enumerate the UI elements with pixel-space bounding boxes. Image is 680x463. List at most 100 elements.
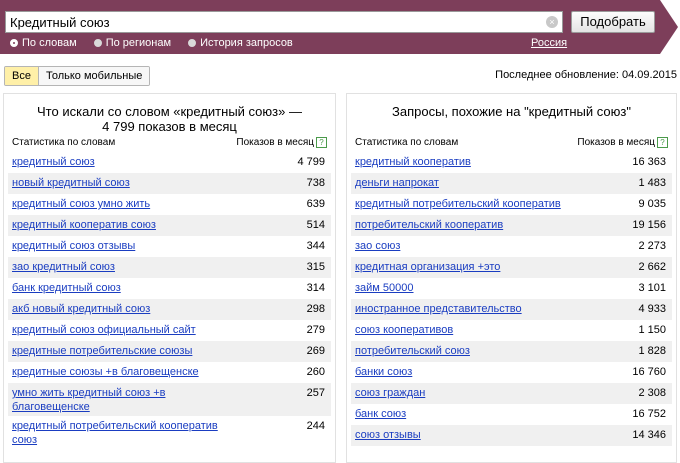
table-row: союз кооперативов 1 150 <box>351 320 672 341</box>
phrase-link[interactable]: банк кредитный союз <box>12 281 121 295</box>
impressions-count: 2 662 <box>638 261 666 273</box>
table-row: союз отзывы 14 346 <box>351 425 672 446</box>
impressions-count: 3 101 <box>638 282 666 294</box>
table-row: кредитные союзы +в благовещенске 260 <box>8 362 331 383</box>
col-phrase-header: Статистика по словам <box>355 137 459 148</box>
phrase-link[interactable]: союз граждан <box>355 386 425 400</box>
help-icon[interactable]: ? <box>657 137 668 148</box>
impressions-count: 344 <box>306 240 325 252</box>
phrase-link[interactable]: кредитный потребительский кооператив <box>355 197 561 211</box>
impressions-count: 16 752 <box>632 408 666 420</box>
radio-label: По словам <box>22 37 77 50</box>
table-row: кредитный союз 4 799 <box>8 152 331 173</box>
phrase-link[interactable]: кредитный союз <box>12 155 95 169</box>
phrase-link[interactable]: союз кооперативов <box>355 323 453 337</box>
table-row: банки союз 16 760 <box>351 362 672 383</box>
radio-unchecked-icon <box>93 39 102 48</box>
impressions-count: 738 <box>306 177 325 189</box>
table-row: союз граждан 2 308 <box>351 383 672 404</box>
phrase-link[interactable]: союз отзывы <box>355 428 421 442</box>
impressions-count: 260 <box>306 366 325 378</box>
right-panel: Запросы, похожие на "кредитный союз" Ста… <box>346 93 677 463</box>
region-link[interactable]: Россия <box>531 37 567 49</box>
impressions-count: 514 <box>306 219 325 231</box>
table-row: иностранное представительство 4 933 <box>351 299 672 320</box>
radio-unchecked-icon <box>188 39 197 48</box>
left-rows: кредитный союз 4 799 новый кредитный союз 7… <box>8 152 331 449</box>
impressions-count: 2 273 <box>638 240 666 252</box>
impressions-count: 1 483 <box>638 177 666 189</box>
impressions-count: 257 <box>306 387 325 399</box>
impressions-count: 16 363 <box>632 156 666 168</box>
last-update: Последнее обновление: 04.09.2015 <box>495 69 677 81</box>
table-row: кредитный кооператив союз 514 <box>8 215 331 236</box>
impressions-count: 269 <box>306 345 325 357</box>
impressions-count: 9 035 <box>638 198 666 210</box>
table-row: зао кредитный союз 315 <box>8 257 331 278</box>
radio-by-regions[interactable]: По регионам <box>93 37 172 50</box>
phrase-link[interactable]: иностранное представительство <box>355 302 522 316</box>
radio-checked-icon <box>10 39 18 48</box>
phrase-link[interactable]: кредитные союзы +в благовещенске <box>12 365 199 379</box>
table-row: кредитный союз умно жить 639 <box>8 194 331 215</box>
phrase-link[interactable]: акб новый кредитный союз <box>12 302 150 316</box>
impressions-count: 1 828 <box>638 345 666 357</box>
phrase-link[interactable]: кредитный кооператив <box>355 155 471 169</box>
phrase-link[interactable]: кредитный потребительский кооператив сою… <box>12 419 232 447</box>
radio-label: По регионам <box>105 37 172 50</box>
table-row: кредитный потребительский кооператив сою… <box>8 416 331 449</box>
filter-all-button[interactable]: Все <box>5 67 39 85</box>
impressions-count: 298 <box>306 303 325 315</box>
right-rows: кредитный кооператив 16 363 деньги напрока… <box>351 152 672 446</box>
impressions-count: 16 760 <box>632 366 666 378</box>
left-column-header: Статистика по словам Показов в месяц? <box>12 137 327 151</box>
table-row: кредитный потребительский кооператив 9 03… <box>351 194 672 215</box>
table-row: банк кредитный союз 314 <box>8 278 331 299</box>
search-mode-radios: По словам По регионам История запросов <box>10 37 307 51</box>
table-row: кредитный союз отзывы 344 <box>8 236 331 257</box>
clear-icon[interactable]: × <box>546 16 558 28</box>
radio-history[interactable]: История запросов <box>188 37 293 49</box>
phrase-link[interactable]: зао союз <box>355 239 400 253</box>
impressions-count: 279 <box>306 324 325 336</box>
impressions-count: 314 <box>306 282 325 294</box>
radio-label: История запросов <box>200 37 293 50</box>
phrase-link[interactable]: займ 50000 <box>355 281 414 295</box>
table-row: кредитный кооператив 16 363 <box>351 152 672 173</box>
col-count-label: Показов в месяц <box>236 137 314 148</box>
phrase-link[interactable]: кредитный союз умно жить <box>12 197 150 211</box>
header-bar: × Подобрать По словам По регионам Истори… <box>0 0 660 54</box>
phrase-link[interactable]: умно жить кредитный союз +в благовещенск… <box>12 386 232 414</box>
phrase-link[interactable]: кредитный кооператив союз <box>12 218 156 232</box>
phrase-link[interactable]: кредитные потребительские союзы <box>12 344 192 358</box>
impressions-count: 19 156 <box>632 219 666 231</box>
search-box[interactable]: × <box>5 11 563 33</box>
impressions-count: 244 <box>306 420 325 432</box>
phrase-link[interactable]: потребительский кооператив <box>355 218 503 232</box>
table-row: потребительский союз 1 828 <box>351 341 672 362</box>
phrase-link[interactable]: новый кредитный союз <box>12 176 130 190</box>
col-count-header: Показов в месяц? <box>577 137 668 148</box>
submit-button[interactable]: Подобрать <box>571 11 655 33</box>
phrase-link[interactable]: кредитный союз официальный сайт <box>12 323 196 337</box>
col-phrase-header: Статистика по словам <box>12 137 116 148</box>
table-row: кредитная организация +это 2 662 <box>351 257 672 278</box>
phrase-link[interactable]: кредитный союз отзывы <box>12 239 135 253</box>
phrase-link[interactable]: зао кредитный союз <box>12 260 115 274</box>
impressions-count: 1 150 <box>638 324 666 336</box>
device-filter: Все Только мобильные <box>4 66 151 86</box>
table-row: деньги напрокат 1 483 <box>351 173 672 194</box>
phrase-link[interactable]: кредитная организация +это <box>355 260 500 274</box>
impressions-count: 14 346 <box>632 429 666 441</box>
table-row: акб новый кредитный союз 298 <box>8 299 331 320</box>
phrase-link[interactable]: деньги напрокат <box>355 176 439 190</box>
table-row: новый кредитный союз 738 <box>8 173 331 194</box>
radio-by-words[interactable]: По словам <box>10 37 77 49</box>
phrase-link[interactable]: банк союз <box>355 407 406 421</box>
phrase-link[interactable]: потребительский союз <box>355 344 470 358</box>
filter-mobile-button[interactable]: Только мобильные <box>38 67 150 85</box>
help-icon[interactable]: ? <box>316 137 327 148</box>
phrase-link[interactable]: банки союз <box>355 365 412 379</box>
search-input[interactable] <box>6 12 540 32</box>
table-row: займ 50000 3 101 <box>351 278 672 299</box>
